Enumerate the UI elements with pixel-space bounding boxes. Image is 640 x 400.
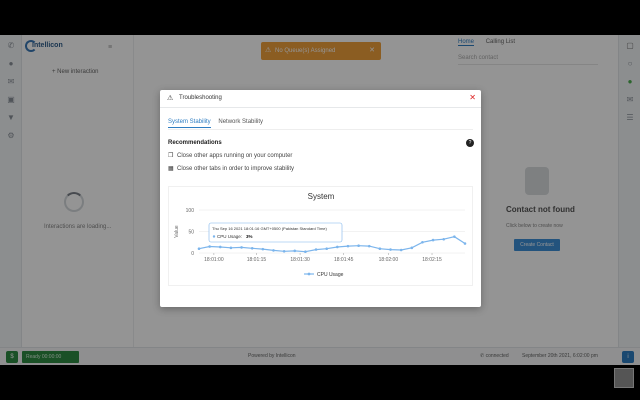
system-chart: System 0 50 100 Value 18:01:00 18:01:15 18:01:3… bbox=[168, 186, 473, 286]
recommendation-item: ▦ Close other tabs in order to improve st… bbox=[168, 165, 294, 172]
warning-icon: ⚠ bbox=[167, 95, 174, 102]
cpu-usage-point bbox=[250, 246, 254, 250]
cpu-usage-point bbox=[453, 235, 456, 238]
recommendations-heading: Recommendations bbox=[168, 140, 222, 146]
y-tick-label: 100 bbox=[186, 208, 195, 214]
cpu-usage-point bbox=[240, 246, 243, 249]
cpu-usage-point bbox=[367, 244, 371, 248]
legend-marker bbox=[307, 272, 311, 276]
modal-title: Troubleshooting bbox=[179, 95, 222, 101]
tooltip-value: 3% bbox=[246, 234, 253, 239]
cpu-usage-point bbox=[197, 247, 201, 250]
close-icon[interactable]: ✕ bbox=[469, 93, 476, 102]
troubleshooting-modal: ⚠ Troubleshooting ✕ System Stability Net… bbox=[160, 90, 481, 307]
help-icon[interactable]: ? bbox=[466, 139, 474, 147]
tab-network-stability[interactable]: Network Stability bbox=[218, 119, 263, 127]
cpu-usage-point bbox=[410, 246, 414, 250]
recommendation-item: ❐ Close other apps running on your comput… bbox=[168, 152, 292, 159]
app-window: ✆ ● ✉ ▣ ▼ ⚙ Intellicon ≡ + New interacti… bbox=[0, 35, 640, 365]
cpu-usage-point bbox=[208, 245, 211, 248]
cpu-usage-point bbox=[293, 249, 297, 253]
video-thumbnail bbox=[614, 368, 634, 388]
cpu-usage-point bbox=[357, 244, 360, 247]
cpu-usage-point bbox=[389, 248, 392, 251]
cpu-usage-point bbox=[378, 247, 382, 250]
x-tick-label: 18:01:45 bbox=[334, 257, 354, 263]
cpu-usage-point bbox=[272, 249, 275, 252]
tabs-icon: ▦ bbox=[168, 166, 174, 172]
legend-label: CPU Usage bbox=[317, 272, 344, 278]
video-letterbox-top bbox=[0, 0, 640, 35]
y-axis-label: Value bbox=[174, 225, 180, 238]
window-icon: ❐ bbox=[168, 153, 174, 159]
chart-svg: System 0 50 100 Value 18:01:00 18:01:15 18:01:3… bbox=[174, 192, 467, 278]
cpu-usage-point bbox=[442, 237, 446, 241]
cpu-usage-point bbox=[336, 245, 339, 249]
modal-tabs: System Stability Network Stability bbox=[168, 119, 269, 128]
tab-system-stability[interactable]: System Stability bbox=[168, 119, 211, 128]
cpu-usage-point bbox=[325, 247, 328, 250]
y-tick-label: 0 bbox=[191, 251, 194, 257]
recommendation-text: Close other apps running on your compute… bbox=[177, 153, 293, 159]
cpu-usage-point bbox=[261, 247, 265, 251]
recommendation-text: Close other tabs in order to improve sta… bbox=[177, 166, 295, 172]
cpu-usage-point bbox=[431, 238, 435, 242]
x-tick-label: 18:01:30 bbox=[290, 257, 310, 263]
x-tick-label: 18:01:15 bbox=[247, 257, 267, 263]
modal-header: ⚠ Troubleshooting ✕ bbox=[160, 90, 481, 108]
cpu-usage-point bbox=[421, 240, 424, 244]
cpu-usage-point bbox=[218, 245, 222, 249]
cpu-usage-point bbox=[463, 242, 467, 245]
tooltip-series-marker bbox=[212, 235, 216, 238]
y-tick-label: 50 bbox=[188, 230, 194, 236]
x-tick-label: 18:02:00 bbox=[379, 257, 399, 263]
tab-divider bbox=[168, 129, 473, 130]
cpu-usage-point bbox=[399, 248, 403, 252]
x-tick-label: 18:02:15 bbox=[422, 257, 442, 263]
chart-title: System bbox=[308, 192, 335, 201]
cpu-usage-point bbox=[229, 246, 233, 250]
video-letterbox-bottom bbox=[0, 365, 640, 400]
tooltip-series-name: CPU Usage: bbox=[217, 234, 242, 239]
cpu-usage-point bbox=[314, 248, 318, 251]
cpu-usage-point bbox=[346, 244, 350, 248]
cpu-usage-point bbox=[304, 250, 307, 254]
x-tick-label: 18:01:00 bbox=[204, 257, 224, 263]
cpu-usage-point bbox=[282, 249, 286, 253]
tooltip-header: Thu Sep 16 2021 18:01:16 GMT+0500 (Pakis… bbox=[212, 226, 328, 231]
